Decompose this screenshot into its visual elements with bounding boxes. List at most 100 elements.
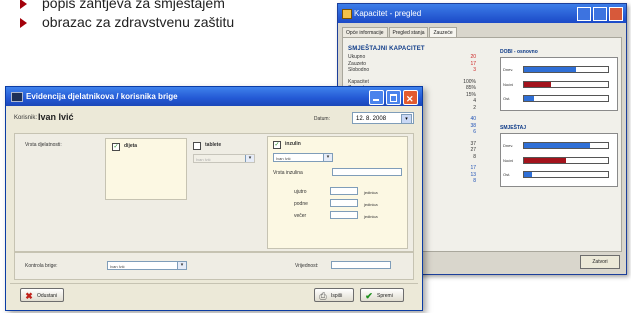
- vrsta-inzulina-input[interactable]: [332, 168, 402, 176]
- care-record-titlebar[interactable]: Evidencija djelatnikova / korisnika brig…: [6, 87, 422, 109]
- dose-ujutro-unit: jedinica: [364, 190, 378, 195]
- maximize-icon[interactable]: [386, 90, 401, 105]
- window-controls: [369, 90, 418, 109]
- close-button[interactable]: Zatvori: [580, 255, 620, 269]
- dose-podne-unit: jedinica: [364, 202, 378, 207]
- datum-picker[interactable]: 12. 8. 2008 ▾: [352, 112, 414, 124]
- bullet-arrow-icon: [20, 0, 27, 9]
- inzulin-select-value: Ivan Ivić: [276, 156, 291, 161]
- tablete-checkbox[interactable]: [193, 142, 201, 150]
- bar-fill: [524, 66, 577, 72]
- care-record-title: Evidencija djelatnikova / korisnika brig…: [26, 92, 178, 101]
- chevron-down-icon[interactable]: ▾: [245, 155, 254, 162]
- bar-label: Dnev.: [503, 142, 514, 148]
- vrijednost-label: Vrijednost:: [295, 263, 319, 269]
- bullet-item: obrazac za zdravstvenu zaštitu: [10, 13, 234, 32]
- stat-label: Slobodno: [348, 67, 370, 73]
- stat-value: 3: [473, 67, 476, 73]
- save-button[interactable]: ✔ Spremi: [360, 288, 404, 302]
- chart2: Dnev. Noćni Ost.: [500, 133, 618, 187]
- vrsta-label: Vrsta djelatnosti:: [25, 142, 62, 148]
- inzulin-checkbox[interactable]: ✓: [273, 141, 281, 149]
- care-record-window: Evidencija djelatnikova / korisnika brig…: [5, 86, 423, 311]
- save-button-label: Spremi: [377, 293, 393, 299]
- chart1: Dnev. Noćni Ost.: [500, 57, 618, 111]
- bar-fill: [524, 157, 566, 163]
- dose-vecer-input[interactable]: [330, 211, 358, 219]
- capacity-stats-header: SMJEŠTAJNI KAPACITET: [348, 46, 425, 52]
- vrijednost-input[interactable]: [331, 261, 391, 269]
- checkmark-icon: ✔: [365, 291, 373, 301]
- bullet-item: popis zahtjeva za smještajem: [10, 0, 234, 13]
- bar-label: Dnev.: [503, 66, 514, 72]
- dose-ujutro-label: ujutro: [294, 189, 307, 195]
- tablete-select-value: Ivan Ivić: [196, 157, 211, 162]
- kontrola-label: Kontrola brige:: [25, 263, 58, 269]
- cancel-button[interactable]: ✖ Odustani: [20, 288, 64, 302]
- option-inzulin-panel: ✓ inzulin Ivan Ivić ▾ Vrsta inzulina uju…: [267, 136, 408, 249]
- inzulin-select[interactable]: Ivan Ivić ▾: [273, 153, 333, 162]
- chart2-title: SMJEŠTAJ: [500, 125, 527, 131]
- bar-track: [523, 171, 609, 179]
- stat-value: 6: [473, 129, 476, 135]
- cancel-x-icon: ✖: [25, 291, 33, 301]
- control-section: Kontrola brige: Ivan Ivić ▾ Vrijednost:: [14, 252, 414, 280]
- capacity-window-titlebar[interactable]: Kapacitet - pregled: [338, 4, 626, 23]
- print-button-label: Ispiši: [331, 293, 343, 299]
- app-icon: [11, 92, 23, 102]
- kontrola-select-value: Ivan Ivić: [110, 264, 125, 269]
- bar-label: Ost.: [503, 96, 511, 102]
- chevron-down-icon[interactable]: ▾: [323, 154, 332, 161]
- korisnik-name: Ivan Ivić: [38, 112, 74, 122]
- bar-fill: [524, 96, 535, 102]
- bar-track: [523, 141, 609, 149]
- bar-fill: [524, 81, 551, 87]
- dose-ujutro-input[interactable]: [330, 187, 358, 195]
- minimize-icon[interactable]: [577, 7, 591, 21]
- window-controls: [577, 7, 623, 21]
- bar-label: Noćni: [503, 81, 514, 87]
- bullet-arrow-icon: [20, 18, 27, 28]
- tablete-select[interactable]: Ivan Ivić ▾: [193, 154, 255, 163]
- record-footer: ✖ Odustani ⎙ Ispiši ✔ Spremi: [10, 283, 418, 306]
- dijeta-checkbox[interactable]: ✓: [112, 143, 120, 151]
- bar-track: [523, 80, 609, 88]
- printer-icon: ⎙: [319, 291, 327, 301]
- stat-value: 2: [473, 104, 476, 111]
- record-header: Korisnik: Ivan Ivić Datum: 12. 8. 2008 ▾: [14, 112, 414, 126]
- stat-value: 8: [473, 153, 476, 160]
- cancel-button-label: Odustani: [37, 293, 58, 299]
- minimize-icon[interactable]: [369, 90, 384, 105]
- chart1-title: DOBI - osnovno: [500, 49, 538, 55]
- dose-vecer-label: večer: [294, 213, 307, 219]
- chevron-down-icon[interactable]: ▾: [401, 114, 412, 124]
- dose-podne-input[interactable]: [330, 199, 358, 207]
- option-dijeta-panel: ✓ dijeta: [105, 138, 187, 200]
- close-icon[interactable]: [609, 7, 623, 21]
- dose-podne-label: podne: [294, 201, 308, 207]
- bar-fill: [524, 142, 590, 148]
- inzulin-label: inzulin: [285, 141, 301, 147]
- app-icon: [342, 9, 352, 19]
- bar-fill: [524, 172, 533, 178]
- bar-track: [523, 95, 609, 103]
- chevron-down-icon[interactable]: ▾: [177, 262, 186, 269]
- bullet-list: popis zahtjeva za smještajem obrazac za …: [10, 0, 234, 32]
- capacity-window-title: Kapacitet - pregled: [354, 9, 422, 18]
- bullet-text: popis zahtjeva za smještajem: [42, 0, 225, 11]
- korisnik-label: Korisnik:: [14, 115, 38, 121]
- vrsta-inzulina-label: Vrsta inzulina: [273, 170, 303, 176]
- print-button[interactable]: ⎙ Ispiši: [314, 288, 354, 302]
- kontrola-select[interactable]: Ivan Ivić ▾: [107, 261, 187, 270]
- maximize-icon[interactable]: [593, 7, 607, 21]
- datum-value: 12. 8. 2008: [356, 116, 387, 122]
- datum-label: Datum:: [313, 116, 330, 122]
- close-icon[interactable]: [403, 90, 418, 109]
- stat-value: 8: [473, 178, 476, 184]
- bullet-text: obrazac za zdravstvenu zaštitu: [42, 14, 235, 30]
- dijeta-label: dijeta: [124, 143, 138, 149]
- bar-track: [523, 65, 609, 73]
- bar-track: [523, 156, 609, 164]
- bar-label: Ost.: [503, 172, 511, 178]
- bar-label: Noćni: [503, 157, 514, 163]
